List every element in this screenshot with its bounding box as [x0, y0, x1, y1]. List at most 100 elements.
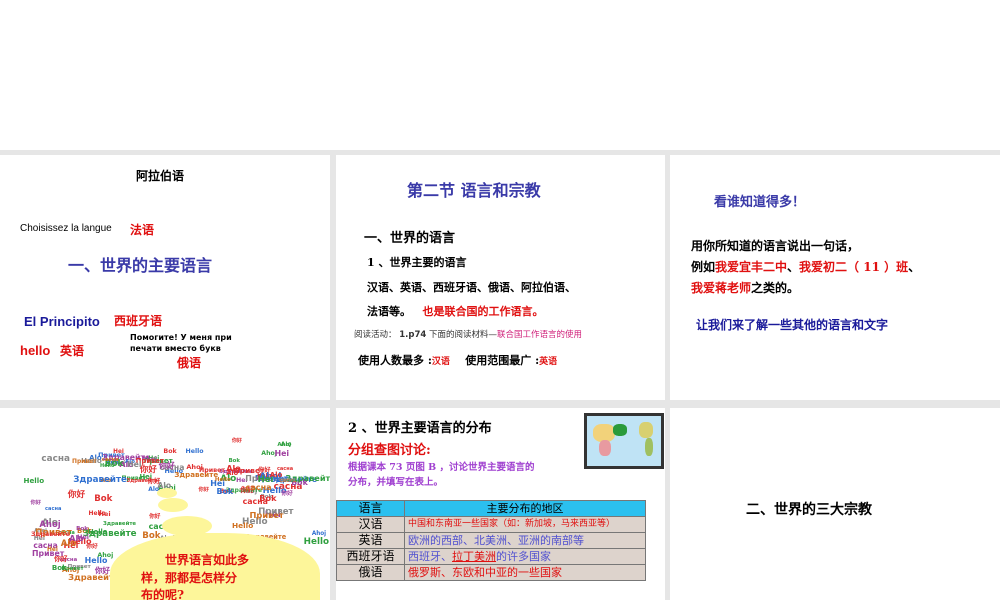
text: 下面的阅读材料—	[428, 330, 497, 340]
word-cloud-word: Bok	[259, 493, 277, 504]
french-text: Choisissez la langue	[20, 223, 112, 234]
text: 西班牙、	[408, 550, 452, 563]
table-row: 英语 欧洲的西部、北美洲、亚洲的南部等	[336, 532, 646, 549]
word-cloud-word: Hello	[88, 527, 108, 536]
word-cloud-word: 你好	[30, 499, 41, 506]
slide-title: 阿拉伯语	[136, 169, 185, 183]
word-cloud-word: Hei	[127, 459, 142, 469]
text: 法语等。	[367, 305, 411, 318]
page-ref: 1.p74	[399, 330, 427, 340]
text: 拉丁美洲	[452, 550, 496, 563]
word-cloud-word: Hello	[100, 462, 115, 469]
slide-1-thumbnail[interactable]: 阿拉伯语 Choisissez la langue 法语 一、世界的主要语言 E…	[0, 155, 330, 400]
world-map-thumbnail	[584, 413, 664, 469]
column-header: 主要分布的地区	[404, 500, 646, 517]
text: 之类的。	[751, 281, 800, 295]
word-cloud-word: Alo	[226, 469, 239, 478]
word-cloud-word: Bok	[216, 486, 234, 496]
section-heading: 一、世界的语言	[364, 231, 456, 246]
table-row: 汉语 中国和东南亚一些国家（如：新加坡，马来西亚等）	[336, 516, 646, 533]
french-label: 法语	[130, 223, 155, 237]
subsection-heading: 1 、世界主要的语言	[367, 256, 467, 269]
word-cloud-word: Bok	[94, 494, 113, 505]
region-cell: 俄罗斯、东欧和中亚的一些国家	[404, 564, 646, 581]
value: 英语	[539, 357, 558, 367]
word-cloud-word: Hei	[274, 448, 290, 458]
word-cloud-word: Bok	[163, 448, 177, 456]
word-cloud-word: 你好	[198, 487, 210, 494]
cloud-text-3: 布的呢?	[141, 588, 185, 600]
word-cloud-word: Hello	[214, 477, 231, 484]
word-cloud-word: Bok	[76, 526, 89, 533]
region-cell: 中国和东南亚一些国家（如：新加坡，马来西亚等）	[404, 516, 646, 533]
language-cell: 俄语	[336, 564, 405, 581]
text: 例如	[691, 260, 716, 274]
prompt-line-1: 用你所知道的语言说出一句话，	[691, 239, 860, 253]
word-cloud-word: 你好	[281, 490, 293, 497]
language-cell: 汉语	[336, 516, 405, 533]
language-cell: 西班牙语	[336, 548, 405, 565]
instructions-2: 分布，并填写在表上。	[348, 477, 444, 488]
table-header-row: 语言 主要分布的地区	[336, 500, 646, 517]
text: 、	[908, 260, 921, 274]
word-cloud-word: Hei	[113, 448, 124, 455]
slide-title: 二、世界的三大宗教	[746, 502, 872, 518]
value: 汉语	[431, 357, 450, 367]
english-text: hello	[20, 343, 51, 358]
word-cloud-word: Привет	[72, 457, 97, 465]
word-cloud-word: Ahoj	[39, 518, 61, 529]
reading-activity: 阅读活动： 1.p74 下面的阅读材料—联合国工作语言的使用	[354, 328, 582, 340]
column-header: 语言	[336, 500, 405, 517]
word-cloud-word: Здравейте	[102, 520, 137, 527]
label: 使用范围最广 :	[465, 354, 540, 367]
thought-bubble-medium	[158, 498, 188, 512]
prompt-line-2: 例如我爱宜丰二中、我爱初二（ 11 ）班、	[691, 258, 920, 275]
slide-title: 2 、世界主要语言的分布	[348, 421, 492, 436]
slide-4-thumbnail[interactable]: Hello你好ПриветAloBokсаснаAhojHeiЗдравейте…	[0, 408, 330, 600]
english-label: 英语	[60, 344, 85, 358]
language-cell: 英语	[336, 532, 405, 549]
label: 使用人数最多 :	[358, 354, 432, 367]
slide-3-thumbnail[interactable]: 看谁知道得多！ 用你所知道的语言说出一句话， 例如我爱宜丰二中、我爱初二（ 11…	[670, 155, 1000, 400]
word-cloud-word: сасна	[41, 453, 71, 464]
word-cloud-word: Hello	[185, 448, 204, 456]
text: 阅读活动：	[354, 330, 397, 340]
table-row: 俄语 俄罗斯、东欧和中亚的一些国家	[336, 564, 646, 581]
spanish-text: El Principito	[24, 314, 100, 329]
example: 我爱初二（ 11 ）班	[799, 260, 909, 274]
text: 、	[787, 260, 800, 274]
word-cloud-word: Hello	[23, 476, 45, 486]
word-cloud-word: сасна	[45, 506, 62, 513]
slide-2-thumbnail[interactable]: 第二节 语言和宗教 一、世界的语言 1 、世界主要的语言 汉语、英语、西班牙语、…	[336, 155, 665, 400]
spanish-label: 西班牙语	[114, 314, 163, 328]
word-cloud-word: Hello	[84, 556, 108, 566]
example: 我爱宜丰二中	[715, 260, 788, 274]
word-cloud-word: Ahoj	[277, 442, 292, 449]
text: 的许多国家	[496, 550, 551, 563]
word-cloud-word: Привет	[198, 466, 226, 474]
slide-6-thumbnail[interactable]: 二、世界的三大宗教	[670, 408, 1000, 600]
table-row: 西班牙语 西班牙、拉丁美洲的许多国家	[336, 548, 646, 565]
word-cloud-word: сасна	[278, 476, 296, 483]
word-cloud-word: Hei	[98, 510, 111, 519]
prompt-line-3: 我爱蒋老师之类的。	[691, 279, 799, 296]
slide-5-thumbnail[interactable]: 2 、世界主要语言的分布 分组查图讨论: 根据课本 73 页图 B ，讨论世界主…	[336, 408, 665, 600]
languages-line: 汉语、英语、西班牙语、俄语、阿拉伯语、	[367, 281, 576, 294]
language-distribution-table: 语言 主要分布的地区 汉语 中国和东南亚一些国家（如：新加坡，马来西亚等） 英语 欧洲…	[336, 500, 646, 581]
russian-line-1: Помогите! У меня при	[130, 333, 232, 342]
word-cloud-word: Здравейте	[73, 475, 127, 486]
instructions-1: 根据课本 73 页图 B ，讨论世界主要语言的	[348, 462, 535, 473]
region-cell: 欧洲的西部、北美洲、亚洲的南部等	[404, 532, 646, 549]
closing-line: 让我们来了解一些其他的语言和文字	[696, 318, 889, 332]
word-cloud-word: Bok	[51, 562, 67, 572]
russian-line-2: печати вместо букв	[130, 344, 221, 353]
word-cloud-word: Привет	[32, 549, 65, 558]
word-cloud-word: Alo	[69, 534, 84, 544]
slide-title: 看谁知道得多！	[714, 195, 806, 210]
slide-title: 第二节 语言和宗教	[407, 181, 541, 200]
word-cloud-word: Hello	[303, 537, 329, 548]
word-cloud-word: Hello	[232, 520, 254, 530]
word-cloud-word: Здравейте	[30, 531, 70, 539]
un-note: 也是联合国的工作语言。	[422, 305, 544, 318]
thought-bubble-small	[157, 488, 177, 498]
